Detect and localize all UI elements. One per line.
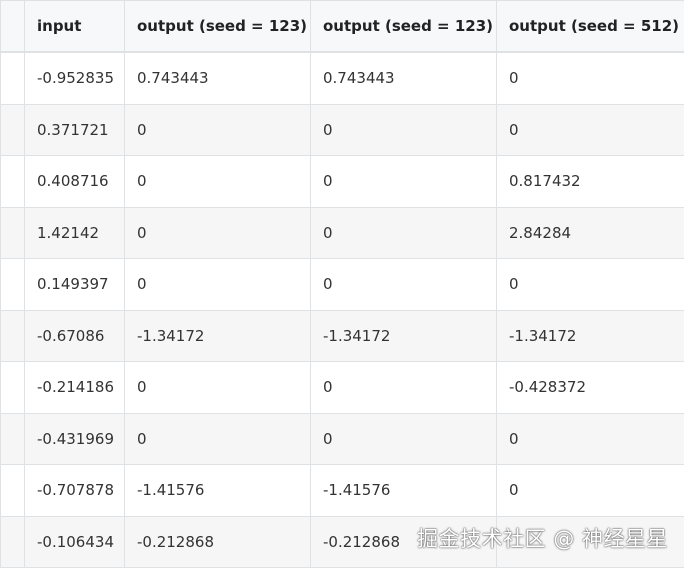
table-row: -0.707878-1.41576-1.415760 [1, 465, 684, 517]
table-cell: 0 [311, 259, 497, 311]
table-row: 0.371721000 [1, 104, 684, 156]
table-cell: 0 [497, 413, 684, 465]
table-body: -0.9528350.7434430.74344300.3717210000.4… [1, 52, 684, 568]
table-cell: 0 [311, 104, 497, 156]
table-cell: -0.952835 [25, 52, 125, 104]
table-cell: 0 [311, 362, 497, 414]
table-cell: 0 [125, 259, 311, 311]
table-cell: 0.817432 [497, 156, 684, 208]
table-cell: -1.41576 [125, 465, 311, 517]
table-cell: 0 [311, 156, 497, 208]
table-cell: 0 [497, 259, 684, 311]
column-header: input [25, 1, 125, 53]
table-row: -0.9528350.7434430.7434430 [1, 52, 684, 104]
column-header: output (seed = 123) [125, 1, 311, 53]
table-cell: -0.67086 [25, 310, 125, 362]
table-cell [1, 156, 25, 208]
table-cell: 0 [497, 52, 684, 104]
table-cell: 0.371721 [25, 104, 125, 156]
table-cell: 0.149397 [25, 259, 125, 311]
column-header: output (seed = 512) [497, 1, 684, 53]
column-header: output (seed = 123) [311, 1, 497, 53]
table-cell: -0.106434 [25, 516, 125, 568]
table-cell: 0.743443 [125, 52, 311, 104]
table-row: 0.408716000.817432 [1, 156, 684, 208]
table-cell: -1.34172 [497, 310, 684, 362]
table-row: -0.67086-1.34172-1.34172-1.34172 [1, 310, 684, 362]
table-cell: -1.41576 [311, 465, 497, 517]
watermark: 掘金技术社区 @ 神经星星 [417, 523, 668, 553]
table-cell [1, 413, 25, 465]
table-cell: 0 [125, 207, 311, 259]
table-cell: -0.212868 [125, 516, 311, 568]
table-cell [1, 465, 25, 517]
table-row: -0.21418600-0.428372 [1, 362, 684, 414]
table-cell: 0 [497, 465, 684, 517]
table-header: inputoutput (seed = 123)output (seed = 1… [1, 1, 684, 53]
table-cell: -1.34172 [311, 310, 497, 362]
table-cell [1, 310, 25, 362]
table-cell: -0.707878 [25, 465, 125, 517]
table-cell: 0 [497, 104, 684, 156]
table-cell [1, 52, 25, 104]
table-cell: 0.408716 [25, 156, 125, 208]
data-table: inputoutput (seed = 123)output (seed = 1… [0, 0, 684, 568]
table-cell: 2.84284 [497, 207, 684, 259]
table-cell: -0.431969 [25, 413, 125, 465]
table-cell [1, 259, 25, 311]
table-cell [1, 207, 25, 259]
table-cell: 0 [125, 362, 311, 414]
table-cell: 0 [125, 156, 311, 208]
table-cell [1, 362, 25, 414]
column-header [1, 1, 25, 53]
table-row: 1.42142002.84284 [1, 207, 684, 259]
table-cell: 0.743443 [311, 52, 497, 104]
table-row: -0.431969000 [1, 413, 684, 465]
table-cell [1, 104, 25, 156]
table-row: 0.149397000 [1, 259, 684, 311]
table-cell: 0 [125, 104, 311, 156]
table-cell: -1.34172 [125, 310, 311, 362]
table-cell [1, 516, 25, 568]
table-cell: 0 [125, 413, 311, 465]
table-cell: 0 [311, 413, 497, 465]
table-cell: -0.214186 [25, 362, 125, 414]
table-cell: 0 [311, 207, 497, 259]
table-cell: -0.428372 [497, 362, 684, 414]
table-cell: 1.42142 [25, 207, 125, 259]
